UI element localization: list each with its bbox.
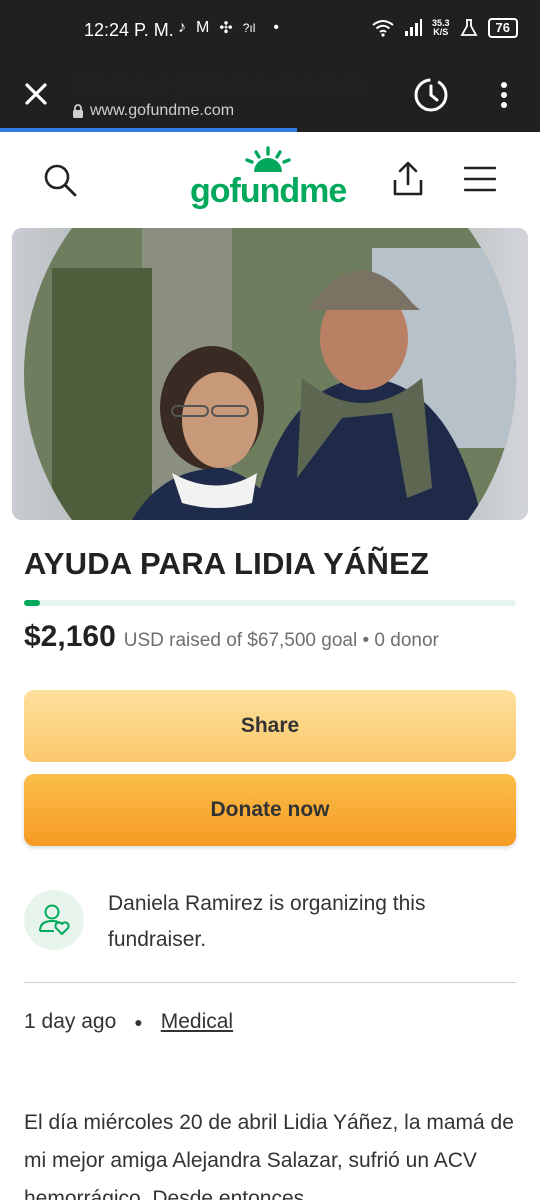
hamburger-menu-icon[interactable]: [464, 166, 496, 192]
history-icon[interactable]: [412, 76, 450, 114]
logo-text: gofundme: [190, 172, 347, 210]
raised-amount: $2,160: [24, 620, 116, 653]
flask-icon: [460, 19, 478, 36]
gofundme-logo[interactable]: gofundme: [190, 146, 350, 216]
dot-icon: •: [273, 19, 280, 36]
signal-unknown-icon: ?ıl: [242, 21, 256, 35]
network-speed: 35.3 K/S: [432, 19, 450, 37]
user-heart-icon: [39, 904, 70, 935]
url-text: www.gofundme.com: [90, 102, 235, 119]
logo-sun-icon: [245, 146, 291, 172]
donate-button[interactable]: Donate now: [24, 774, 516, 846]
wifi-icon: [372, 20, 394, 37]
page-url: www.gofundme.com: [72, 102, 234, 120]
browser-toolbar: Fundraiser by Daniela Ramirez : www.gofu…: [0, 62, 540, 128]
share-upload-icon[interactable]: [390, 160, 426, 198]
campaign-photo: [12, 228, 528, 520]
campaign-meta: 1 day ago ● Medical: [24, 1010, 233, 1034]
raised-summary: $2,160 USD raised of $67,500 goal • 0 do…: [24, 620, 439, 654]
goal-progress-bar: [24, 600, 516, 606]
organizer-text: Daniela Ramirez is organizing this fundr…: [108, 892, 426, 951]
status-bar: 12:24 P. M. ♪ M ✣ ?ıl • 35.3 K/S 76: [0, 0, 540, 62]
campaign-story: El día miércoles 20 de abril Lidia Yáñez…: [24, 1111, 514, 1200]
close-icon[interactable]: [20, 78, 52, 110]
posted-time: 1 day ago: [24, 1010, 117, 1033]
goal-progress-fill: [24, 600, 40, 606]
tiktok-icon: ♪: [178, 19, 186, 36]
cell-signal-icon: [405, 19, 422, 36]
lock-icon: [73, 104, 83, 118]
battery-indicator: 76: [487, 18, 518, 38]
share-button[interactable]: Share: [24, 690, 516, 762]
search-icon[interactable]: [42, 162, 78, 198]
page-title: Fundraiser by Daniela Ramirez :: [72, 74, 368, 95]
campaign-title: AYUDA PARA LIDIA YÁÑEZ: [24, 546, 430, 581]
organizer-section: Daniela Ramirez is organizing this fundr…: [24, 884, 516, 964]
raised-detail: USD raised of $67,500 goal • 0 donor: [123, 630, 439, 651]
mail-icon: M: [196, 19, 210, 36]
category-link[interactable]: Medical: [161, 1010, 233, 1034]
pinwheel-icon: ✣: [219, 20, 233, 37]
status-time: 12:24 P. M.: [84, 20, 174, 40]
campaign-hero-image[interactable]: [12, 228, 528, 520]
notification-icons: ♪ M ✣ ?ıl •: [178, 18, 279, 38]
system-icons: 35.3 K/S 76: [372, 18, 518, 38]
site-header: gofundme: [0, 132, 540, 228]
meta-separator: ●: [134, 1014, 143, 1030]
more-vertical-icon[interactable]: [494, 80, 514, 110]
section-divider: [24, 982, 516, 983]
organizer-avatar: [24, 890, 84, 950]
network-speed-unit: K/S: [433, 27, 449, 37]
